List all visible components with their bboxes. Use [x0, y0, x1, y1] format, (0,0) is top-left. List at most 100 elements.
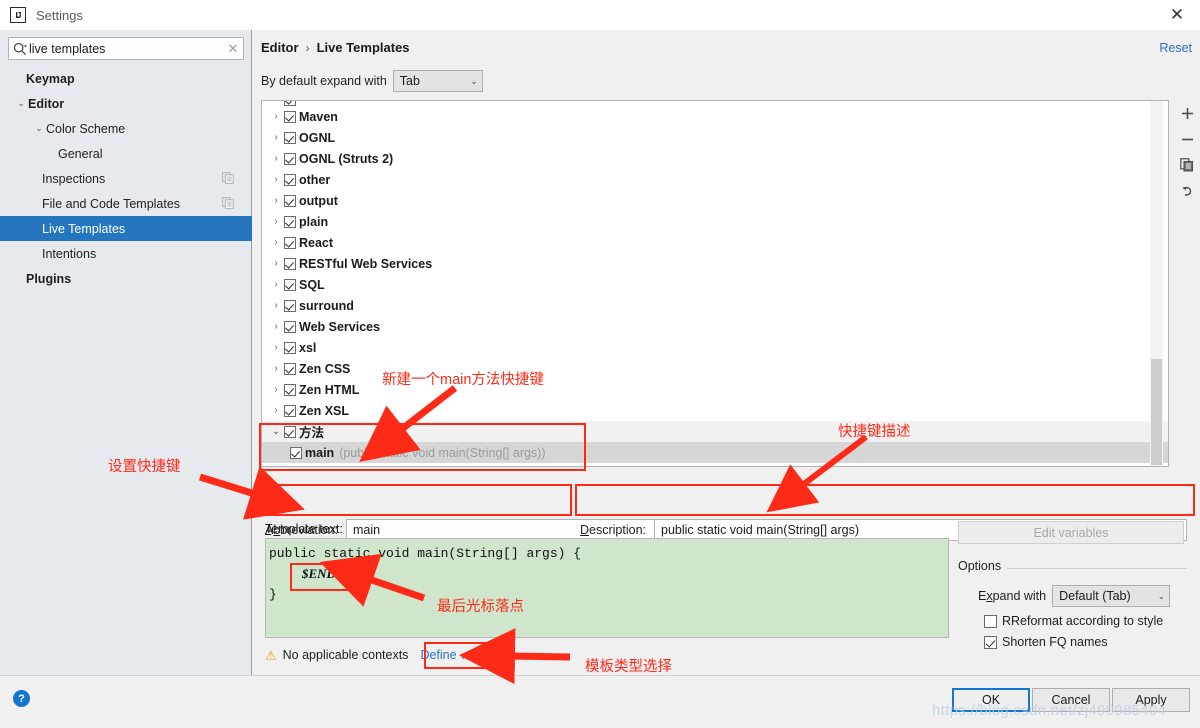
template-row[interactable]: › xsl: [262, 337, 1168, 358]
template-row[interactable]: › Zen XSL: [262, 400, 1168, 421]
chevron-right-icon[interactable]: ›: [268, 174, 284, 185]
template-text-editor[interactable]: public static void main(String[] args) {…: [265, 538, 949, 638]
reformat-checkbox-row[interactable]: RReformat according to style: [984, 614, 1163, 628]
define-button[interactable]: Define ⌄: [414, 646, 473, 664]
live-templates-list[interactable]: › Maven › OGNL › OGNL (Struts 2) › other › output…: [261, 100, 1169, 467]
sidebar-item-live-templates[interactable]: Live Templates: [0, 216, 252, 241]
sidebar-item-file-and-code-templates[interactable]: File and Code Templates: [0, 191, 252, 216]
sidebar-item-plugins[interactable]: Plugins: [0, 266, 252, 291]
chevron-down-icon[interactable]: ⌄: [32, 123, 46, 134]
template-row[interactable]: › React: [262, 232, 1168, 253]
reformat-checkbox[interactable]: [984, 614, 997, 628]
template-name: other: [299, 172, 331, 187]
list-scrollbar[interactable]: [1150, 101, 1163, 466]
chevron-right-icon[interactable]: ›: [268, 363, 284, 374]
breadcrumb-root[interactable]: Editor: [261, 40, 299, 55]
edit-variables-button[interactable]: Edit variables: [958, 521, 1184, 544]
template-row[interactable]: › Zen HTML: [262, 379, 1168, 400]
reformat-label: RReformat according to style: [1002, 614, 1164, 628]
ok-button[interactable]: OK: [952, 688, 1030, 712]
template-row[interactable]: ⌄ 方法: [262, 421, 1168, 442]
template-row[interactable]: › Maven: [262, 106, 1168, 127]
add-template-button[interactable]: [1173, 100, 1200, 126]
sidebar-item-general[interactable]: General: [0, 141, 252, 166]
expand-with-value: Default (Tab): [1059, 589, 1131, 603]
template-row[interactable]: › Zen CSS: [262, 358, 1168, 379]
chevron-right-icon[interactable]: ›: [268, 153, 284, 164]
cancel-button[interactable]: Cancel: [1032, 688, 1110, 712]
reset-link[interactable]: Reset: [1159, 41, 1192, 55]
default-expand-label: By default expand with: [261, 74, 387, 88]
template-row[interactable]: › other: [262, 169, 1168, 190]
context-row: ⚠ No applicable contexts Define ⌄: [265, 646, 473, 664]
template-checkbox[interactable]: [284, 131, 296, 144]
logo-text: IJ: [15, 10, 22, 20]
expand-with-select[interactable]: Default (Tab) ⌄: [1052, 585, 1171, 607]
template-name: Zen XSL: [299, 403, 350, 418]
sidebar-item-keymap[interactable]: Keymap: [0, 66, 252, 91]
template-checkbox[interactable]: [284, 278, 296, 291]
template-checkbox[interactable]: [284, 404, 296, 417]
template-row[interactable]: main (public static void main(String[] ar…: [262, 442, 1168, 463]
template-row[interactable]: › OGNL (Struts 2): [262, 148, 1168, 169]
template-checkbox[interactable]: [284, 341, 296, 354]
chevron-right-icon[interactable]: ›: [268, 132, 284, 143]
template-checkbox[interactable]: [284, 362, 296, 375]
template-checkbox[interactable]: [284, 215, 296, 228]
template-row[interactable]: › Web Services: [262, 316, 1168, 337]
template-checkbox[interactable]: [284, 320, 296, 333]
shorten-fq-checkbox[interactable]: [984, 635, 997, 649]
chevron-right-icon[interactable]: ›: [268, 384, 284, 395]
template-checkbox[interactable]: [284, 257, 296, 270]
template-row[interactable]: › RESTful Web Services: [262, 253, 1168, 274]
sidebar-item-editor[interactable]: ⌄ Editor: [0, 91, 252, 116]
sidebar-item-intentions[interactable]: Intentions: [0, 241, 252, 266]
template-checkbox[interactable]: [284, 110, 296, 123]
default-expand-select[interactable]: Tab ⌄: [392, 70, 483, 92]
template-checkbox[interactable]: [284, 236, 296, 249]
close-icon[interactable]: ✕: [1154, 0, 1200, 30]
template-checkbox[interactable]: [284, 173, 296, 186]
template-checkbox[interactable]: [284, 383, 296, 396]
chevron-right-icon[interactable]: ›: [268, 405, 284, 416]
template-text-label: Template text:: [265, 522, 343, 536]
template-checkbox[interactable]: [290, 446, 302, 459]
template-row[interactable]: › OGNL: [262, 127, 1168, 148]
chevron-right-icon[interactable]: ›: [268, 111, 284, 122]
chevron-right-icon[interactable]: ›: [268, 279, 284, 290]
template-checkbox[interactable]: [284, 299, 296, 312]
chevron-right-icon[interactable]: ›: [268, 342, 284, 353]
template-row[interactable]: › plain: [262, 211, 1168, 232]
template-checkbox[interactable]: [284, 425, 296, 438]
chevron-right-icon[interactable]: ›: [268, 195, 284, 206]
end-variable: $END$: [302, 566, 343, 581]
clear-search-icon[interactable]: ✕: [223, 41, 243, 57]
chevron-right-icon[interactable]: ›: [268, 237, 284, 248]
chevron-right-icon[interactable]: ›: [268, 321, 284, 332]
copy-template-button[interactable]: [1173, 152, 1200, 178]
template-row[interactable]: › surround: [262, 295, 1168, 316]
apply-button[interactable]: Apply: [1112, 688, 1190, 712]
chevron-right-icon[interactable]: ›: [268, 216, 284, 227]
default-expand-value: Tab: [399, 74, 420, 88]
template-checkbox[interactable]: [284, 152, 296, 165]
revert-template-button[interactable]: [1173, 178, 1200, 204]
template-row[interactable]: › SQL: [262, 274, 1168, 295]
scrollbar-thumb[interactable]: [1151, 359, 1162, 465]
sidebar-item-color-scheme[interactable]: ⌄ Color Scheme: [0, 116, 252, 141]
shorten-fq-checkbox-row[interactable]: Shorten FQ names: [984, 635, 1108, 649]
template-name: xsl: [299, 340, 317, 355]
description-label-post: escription:: [589, 523, 647, 537]
chevron-down-icon[interactable]: ⌄: [268, 426, 284, 437]
template-checkbox[interactable]: [284, 194, 296, 207]
template-text-label-post: emplate text:: [271, 522, 343, 536]
chevron-down-icon[interactable]: ⌄: [14, 98, 28, 109]
remove-template-button[interactable]: [1173, 126, 1200, 152]
template-name: plain: [299, 214, 329, 229]
help-icon[interactable]: ?: [13, 690, 30, 707]
sidebar-item-inspections[interactable]: Inspections: [0, 166, 252, 191]
template-row[interactable]: › output: [262, 190, 1168, 211]
chevron-right-icon[interactable]: ›: [268, 258, 284, 269]
search-input[interactable]: live templates ✕: [8, 37, 244, 60]
chevron-right-icon[interactable]: ›: [268, 300, 284, 311]
